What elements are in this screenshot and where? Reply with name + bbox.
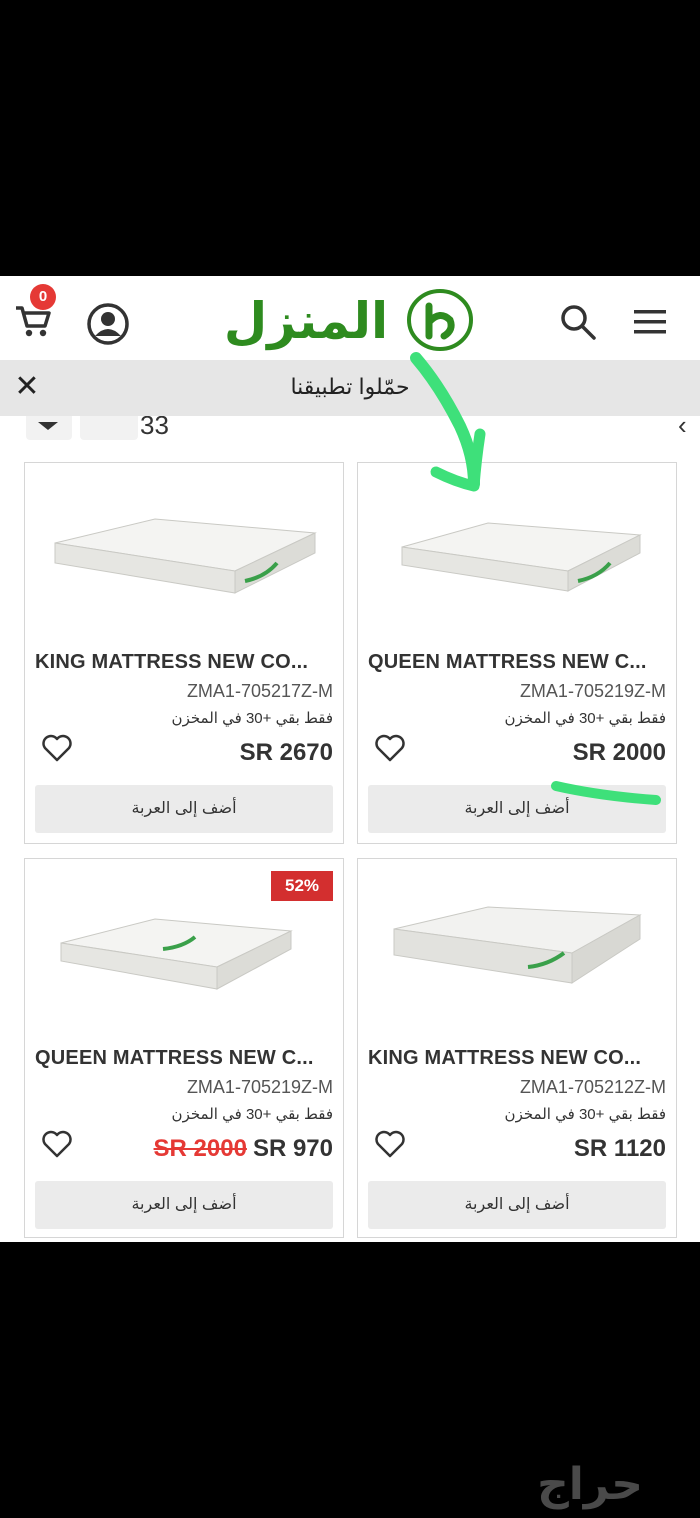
stock-status: فقط بقي +30 في المخزن bbox=[504, 1106, 666, 1123]
current-price: SR 970 bbox=[252, 1135, 333, 1162]
result-count: 33 bbox=[140, 416, 169, 440]
close-icon[interactable]: ✕ bbox=[12, 372, 42, 402]
current-price: SR 2670 bbox=[239, 739, 333, 766]
view-toggle[interactable] bbox=[80, 416, 138, 440]
watermark: حراج bbox=[537, 1460, 643, 1509]
product-card[interactable]: KING MATTRESS NEW CO... ZMA1-705212Z-M ف… bbox=[357, 858, 677, 1238]
product-title[interactable]: KING MATTRESS NEW CO... bbox=[368, 1047, 666, 1070]
product-image[interactable] bbox=[378, 889, 658, 1019]
current-price: SR 2000 bbox=[572, 739, 666, 766]
add-to-cart-button[interactable]: أضف إلى العربة bbox=[368, 1181, 666, 1229]
account-icon[interactable] bbox=[86, 302, 130, 346]
product-title[interactable]: QUEEN MATTRESS NEW C... bbox=[368, 651, 666, 674]
product-price: SR 2000 bbox=[573, 739, 666, 767]
product-price: SR 2670 bbox=[240, 739, 333, 767]
stock-status: فقط بقي +30 في المخزن bbox=[171, 1106, 333, 1123]
heart-icon[interactable] bbox=[41, 733, 73, 763]
logo-text: المنزل bbox=[224, 292, 388, 351]
brand-logo[interactable]: المنزل bbox=[206, 284, 478, 358]
product-price: SR 1120 bbox=[574, 1135, 666, 1163]
menu-icon[interactable] bbox=[630, 304, 672, 340]
product-sku: ZMA1-705212Z-M bbox=[519, 1077, 666, 1097]
product-card[interactable]: KING MATTRESS NEW CO... ZMA1-705217Z-M ف… bbox=[24, 462, 344, 844]
sort-dropdown[interactable] bbox=[26, 416, 72, 440]
product-image[interactable] bbox=[45, 493, 325, 623]
heart-icon[interactable] bbox=[374, 733, 406, 763]
cart-count-badge: 0 bbox=[30, 284, 56, 310]
product-sku: ZMA1-705219Z-M bbox=[186, 1077, 333, 1097]
product-card[interactable]: QUEEN MATTRESS NEW C... ZMA1-705219Z-M ف… bbox=[357, 462, 677, 844]
stock-status: فقط بقي +30 في المخزن bbox=[171, 710, 333, 727]
product-title[interactable]: QUEEN MATTRESS NEW C... bbox=[35, 1047, 333, 1070]
chevron-left-icon[interactable]: ‹ bbox=[678, 416, 687, 441]
product-sku: ZMA1-705219Z-M bbox=[519, 681, 666, 701]
heart-icon[interactable] bbox=[374, 1129, 406, 1159]
banner-text[interactable]: حمّلوا تطبيقنا bbox=[220, 374, 480, 400]
current-price: SR 1120 bbox=[573, 1135, 666, 1162]
product-image[interactable] bbox=[378, 493, 658, 623]
product-sku: ZMA1-705217Z-M bbox=[186, 681, 333, 701]
add-to-cart-button[interactable]: أضف إلى العربة bbox=[368, 785, 666, 833]
top-header: 0 المنزل bbox=[0, 276, 700, 360]
product-image[interactable] bbox=[45, 889, 325, 1019]
add-to-cart-button[interactable]: أضف إلى العربة bbox=[35, 785, 333, 833]
product-title[interactable]: KING MATTRESS NEW CO... bbox=[35, 651, 333, 674]
product-card[interactable]: 52% QUEEN MATTRESS NEW C... ZMA1-705219Z… bbox=[24, 858, 344, 1238]
add-to-cart-button[interactable]: أضف إلى العربة bbox=[35, 1181, 333, 1229]
app-download-banner: ✕ حمّلوا تطبيقنا bbox=[0, 360, 700, 416]
sort-filter-row: 33 ‹ bbox=[0, 416, 700, 442]
app-screen: 0 المنزل ✕ حمّلوا تطبيقنا 33 ‹ KING MATT… bbox=[0, 276, 700, 1242]
heart-icon[interactable] bbox=[41, 1129, 73, 1159]
search-icon[interactable] bbox=[558, 302, 598, 342]
stock-status: فقط بقي +30 في المخزن bbox=[504, 710, 666, 727]
product-price: SR 2000 SR 970 bbox=[154, 1135, 333, 1163]
old-price: SR 2000 bbox=[153, 1135, 247, 1162]
